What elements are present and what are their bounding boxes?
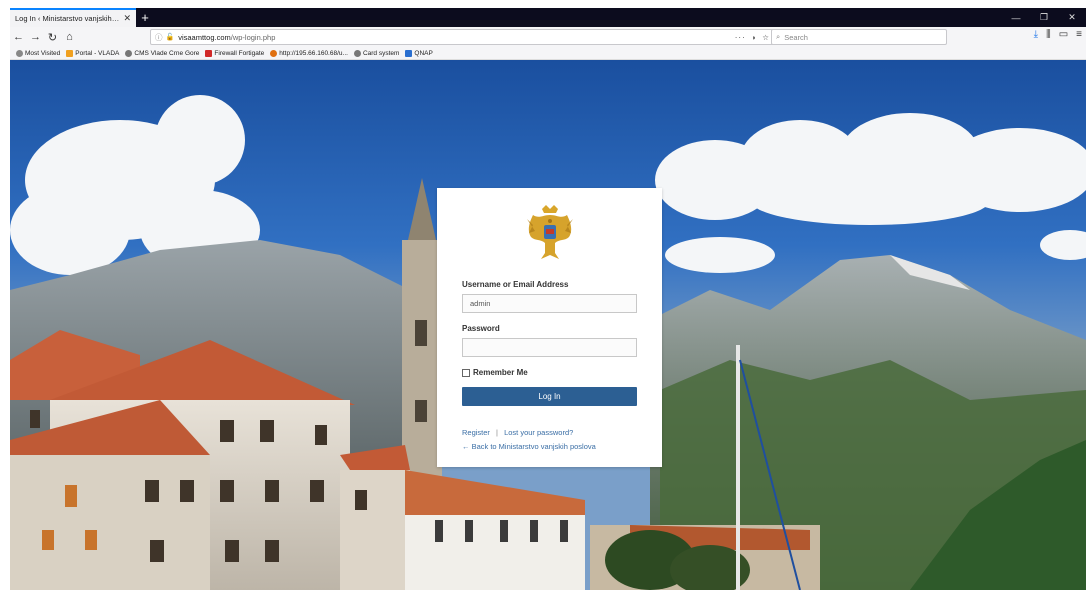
url-path: /wp-login.php (230, 32, 276, 42)
remember-me-row[interactable]: Remember Me (462, 368, 528, 377)
login-form-card: Username or Email Address admin Password… (437, 188, 662, 467)
sidebar-icon[interactable]: ▭ (1059, 29, 1068, 40)
back-icon[interactable]: ← (10, 28, 27, 46)
bookmark-item[interactable]: Firewall Fortigate (205, 49, 264, 57)
search-input[interactable]: ⌕ Search (771, 29, 947, 45)
remember-me-label: Remember Me (473, 368, 528, 377)
bookmark-item[interactable]: Portal - VLADA (66, 49, 119, 57)
forward-icon[interactable]: → (27, 28, 44, 46)
coat-of-arms-logo (527, 205, 573, 259)
restore-icon[interactable]: ❐ (1030, 12, 1058, 23)
bookmark-item[interactable]: CMS Vlade Crne Gore (125, 49, 199, 57)
gear-icon (16, 49, 23, 57)
remember-me-checkbox[interactable] (462, 368, 470, 377)
reload-icon[interactable]: ↻ (44, 28, 61, 46)
browser-tab-active[interactable]: Log In ‹ Ministarstvo vanjskih poslo ✕ (10, 8, 136, 27)
lost-password-link[interactable]: Lost your password? (504, 428, 573, 437)
username-label: Username or Email Address (462, 280, 569, 289)
library-icon[interactable]: ⫼ (1046, 29, 1051, 40)
tab-title: Log In ‹ Ministarstvo vanjskih poslo (15, 14, 121, 23)
bookmarks-bar: Most Visited Portal - VLADA CMS Vlade Cr… (10, 47, 1086, 60)
minimize-icon[interactable]: — (1002, 13, 1030, 23)
menu-icon[interactable]: ≡ (1076, 29, 1082, 40)
toolbar-right: ⤓ ⫼ ▭ ≡ (1034, 29, 1082, 40)
new-tab-button[interactable]: + (136, 8, 154, 27)
page-actions-icon[interactable]: ··· (735, 33, 746, 42)
link-separator: | (496, 428, 498, 437)
info-icon[interactable]: ⓘ (155, 32, 163, 43)
url-host: visaamttog.com (178, 32, 231, 42)
search-placeholder: Search (784, 32, 808, 42)
tab-close-icon[interactable]: ✕ (123, 13, 131, 24)
insecure-lock-icon: 🔓 (165, 34, 175, 41)
window-close-icon[interactable]: ✕ (1058, 12, 1086, 23)
password-label: Password (462, 324, 500, 333)
left-margin (0, 0, 10, 590)
register-link[interactable]: Register (462, 428, 490, 437)
bookmark-item[interactable]: QNAP (405, 49, 433, 57)
pocket-icon[interactable]: ◗ (752, 33, 757, 42)
tab-bar: Log In ‹ Ministarstvo vanjskih poslo ✕ +… (10, 8, 1086, 27)
downloads-icon[interactable]: ⤓ (1034, 29, 1038, 40)
window-controls: — ❐ ✕ (1002, 8, 1086, 27)
home-icon[interactable]: ⌂ (61, 28, 78, 46)
bookmark-item[interactable]: http://195.66.160.68/u... (270, 49, 348, 57)
search-icon: ⌕ (776, 32, 781, 41)
username-input[interactable]: admin (462, 294, 637, 313)
login-button[interactable]: Log In (462, 387, 637, 406)
qnap-icon (405, 49, 413, 57)
navigation-bar: ← → ↻ ⌂ ⓘ 🔓 visaamttog.com /wp-login.php… (10, 27, 1086, 47)
back-to-site-link[interactable]: ← Back to Ministarstvo vanjskih poslova (462, 442, 596, 451)
globe-icon (353, 49, 361, 57)
url-bar[interactable]: ⓘ 🔓 visaamttog.com /wp-login.php ··· ◗ ☆ (150, 29, 774, 45)
auth-links: Register | Lost your password? (462, 428, 573, 437)
password-input[interactable] (462, 338, 637, 357)
bookmark-star-icon[interactable]: ☆ (762, 33, 769, 42)
bookmark-item[interactable]: Card system (353, 49, 399, 57)
portal-icon (66, 49, 74, 57)
globe-icon (125, 49, 133, 57)
firefox-icon (270, 49, 278, 57)
firewall-icon (205, 49, 213, 57)
bookmark-item[interactable]: Most Visited (16, 49, 60, 57)
